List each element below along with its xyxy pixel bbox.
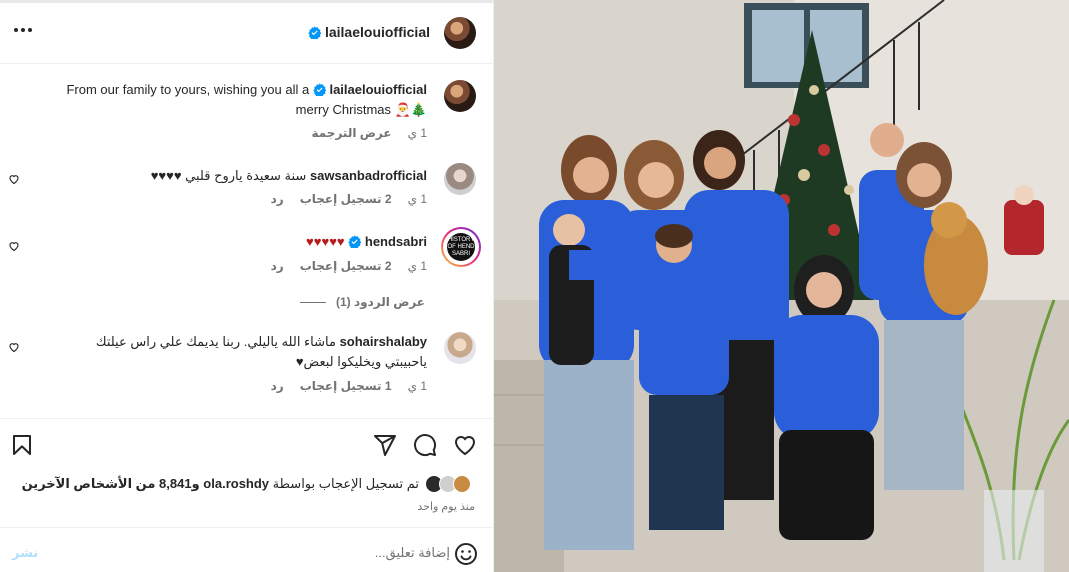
comment-meta: 1 ي 2 تسجيل إعجاب رد bbox=[271, 192, 427, 206]
caption-avatar[interactable] bbox=[444, 80, 476, 112]
comment-time[interactable]: 1 ي bbox=[408, 192, 427, 206]
comment-like-heart-icon[interactable] bbox=[8, 240, 20, 252]
post-comment-button[interactable]: نشر bbox=[12, 545, 38, 561]
comment-sohair: sohairshalaby ماشاء الله ياليلي. ربنا يد… bbox=[27, 332, 427, 372]
caption-username[interactable]: lailaelouiofficial bbox=[329, 82, 427, 97]
likes-prefix: تم تسجيل الإعجاب بواسطة bbox=[272, 476, 419, 491]
comment-text-line1: ماشاء الله ياليلي. ربنا يديمك علي راس عي… bbox=[95, 334, 336, 349]
caption-meta: 1 ي عرض الترجمة bbox=[311, 126, 427, 140]
verified-icon bbox=[313, 83, 326, 96]
verified-icon bbox=[308, 25, 321, 39]
action-bar bbox=[0, 418, 494, 470]
comment-avatar[interactable] bbox=[444, 332, 476, 364]
comment-text-line2: ياحبيبتي ويخليكوا لبعض♥ bbox=[295, 354, 427, 369]
comment-sawsan: sawsanbadrofficial سنة سعيدة ياروح قلبي … bbox=[27, 166, 427, 186]
comment-username[interactable]: sawsanbadrofficial bbox=[310, 168, 427, 183]
caption: From our family to yours, wishing you al… bbox=[27, 80, 427, 120]
comment-avatar[interactable] bbox=[444, 163, 476, 195]
see-translation-button[interactable]: عرض الترجمة bbox=[311, 126, 391, 140]
comment-likes-count[interactable]: 2 تسجيل إعجاب bbox=[300, 259, 392, 273]
comment-avatar[interactable]: HISTORY OF HEND SABRI bbox=[441, 227, 481, 267]
share-icon[interactable] bbox=[373, 433, 397, 457]
comment-username[interactable]: hendsabri bbox=[365, 234, 427, 249]
comment-meta: 1 ي 2 تسجيل إعجاب رد bbox=[271, 259, 427, 273]
caption-text-line2: merry Christmas 🎅🎄 bbox=[295, 102, 427, 117]
reply-button[interactable]: رد bbox=[271, 379, 284, 393]
header-username[interactable]: lailaelouiofficial bbox=[325, 24, 430, 40]
comment-composer: نشر bbox=[0, 527, 494, 572]
avatar-label: HISTORY OF HEND SABRI bbox=[447, 233, 475, 261]
likes-summary: تم تسجيل الإعجاب بواسطة ola.roshdy و8,84… bbox=[22, 475, 475, 493]
bookmark-icon[interactable] bbox=[10, 433, 34, 457]
comment-text: ♥♥♥♥♥ bbox=[306, 234, 345, 249]
post-photo[interactable] bbox=[494, 0, 1069, 572]
caption-text-line1: From our family to yours, wishing you al… bbox=[66, 82, 310, 97]
liker-avatar bbox=[453, 475, 471, 493]
view-replies-button[interactable]: عرض الردود (1) bbox=[299, 295, 425, 309]
replies-line bbox=[299, 301, 326, 303]
family-photo-illustration bbox=[494, 0, 1069, 572]
verified-icon bbox=[348, 235, 362, 248]
comment-time[interactable]: 1 ي bbox=[408, 259, 427, 273]
more-options-icon[interactable] bbox=[12, 19, 34, 41]
emoji-icon[interactable] bbox=[454, 542, 478, 566]
header-avatar[interactable] bbox=[444, 17, 476, 49]
header-user[interactable]: lailaelouiofficial bbox=[308, 24, 430, 40]
comment-username[interactable]: sohairshalaby bbox=[340, 334, 427, 349]
comment-meta: 1 ي 1 تسجيل إعجاب رد bbox=[271, 379, 427, 393]
caption-time[interactable]: 1 ي bbox=[408, 126, 427, 140]
comment-likes-count[interactable]: 1 تسجيل إعجاب bbox=[300, 379, 392, 393]
comment-like-heart-icon[interactable] bbox=[8, 173, 20, 185]
view-replies-label[interactable]: عرض الردود (1) bbox=[336, 295, 425, 309]
comment-input[interactable] bbox=[40, 542, 450, 562]
comment-likes-count[interactable]: 2 تسجيل إعجاب bbox=[300, 192, 392, 206]
comment-time[interactable]: 1 ي bbox=[408, 379, 427, 393]
post-header: lailaelouiofficial bbox=[0, 3, 494, 64]
comment-icon[interactable] bbox=[413, 433, 437, 457]
post-details-panel: lailaelouiofficial From our family to yo… bbox=[0, 0, 494, 572]
like-heart-icon[interactable] bbox=[453, 433, 477, 457]
reply-button[interactable]: رد bbox=[271, 259, 284, 273]
post-time[interactable]: منذ يوم واحد bbox=[417, 500, 475, 513]
comment-hendsabri: hendsabri ♥♥♥♥♥ bbox=[27, 232, 427, 252]
likers-avatars[interactable] bbox=[425, 475, 475, 493]
comment-like-heart-icon[interactable] bbox=[8, 341, 20, 353]
comment-text: سنة سعيدة ياروح قلبي ♥♥♥♥ bbox=[150, 168, 307, 183]
likes-others[interactable]: و8,841 من الأشخاص الآخرين bbox=[22, 476, 200, 491]
reply-button[interactable]: رد bbox=[271, 192, 284, 206]
likes-user[interactable]: ola.roshdy bbox=[203, 476, 269, 491]
